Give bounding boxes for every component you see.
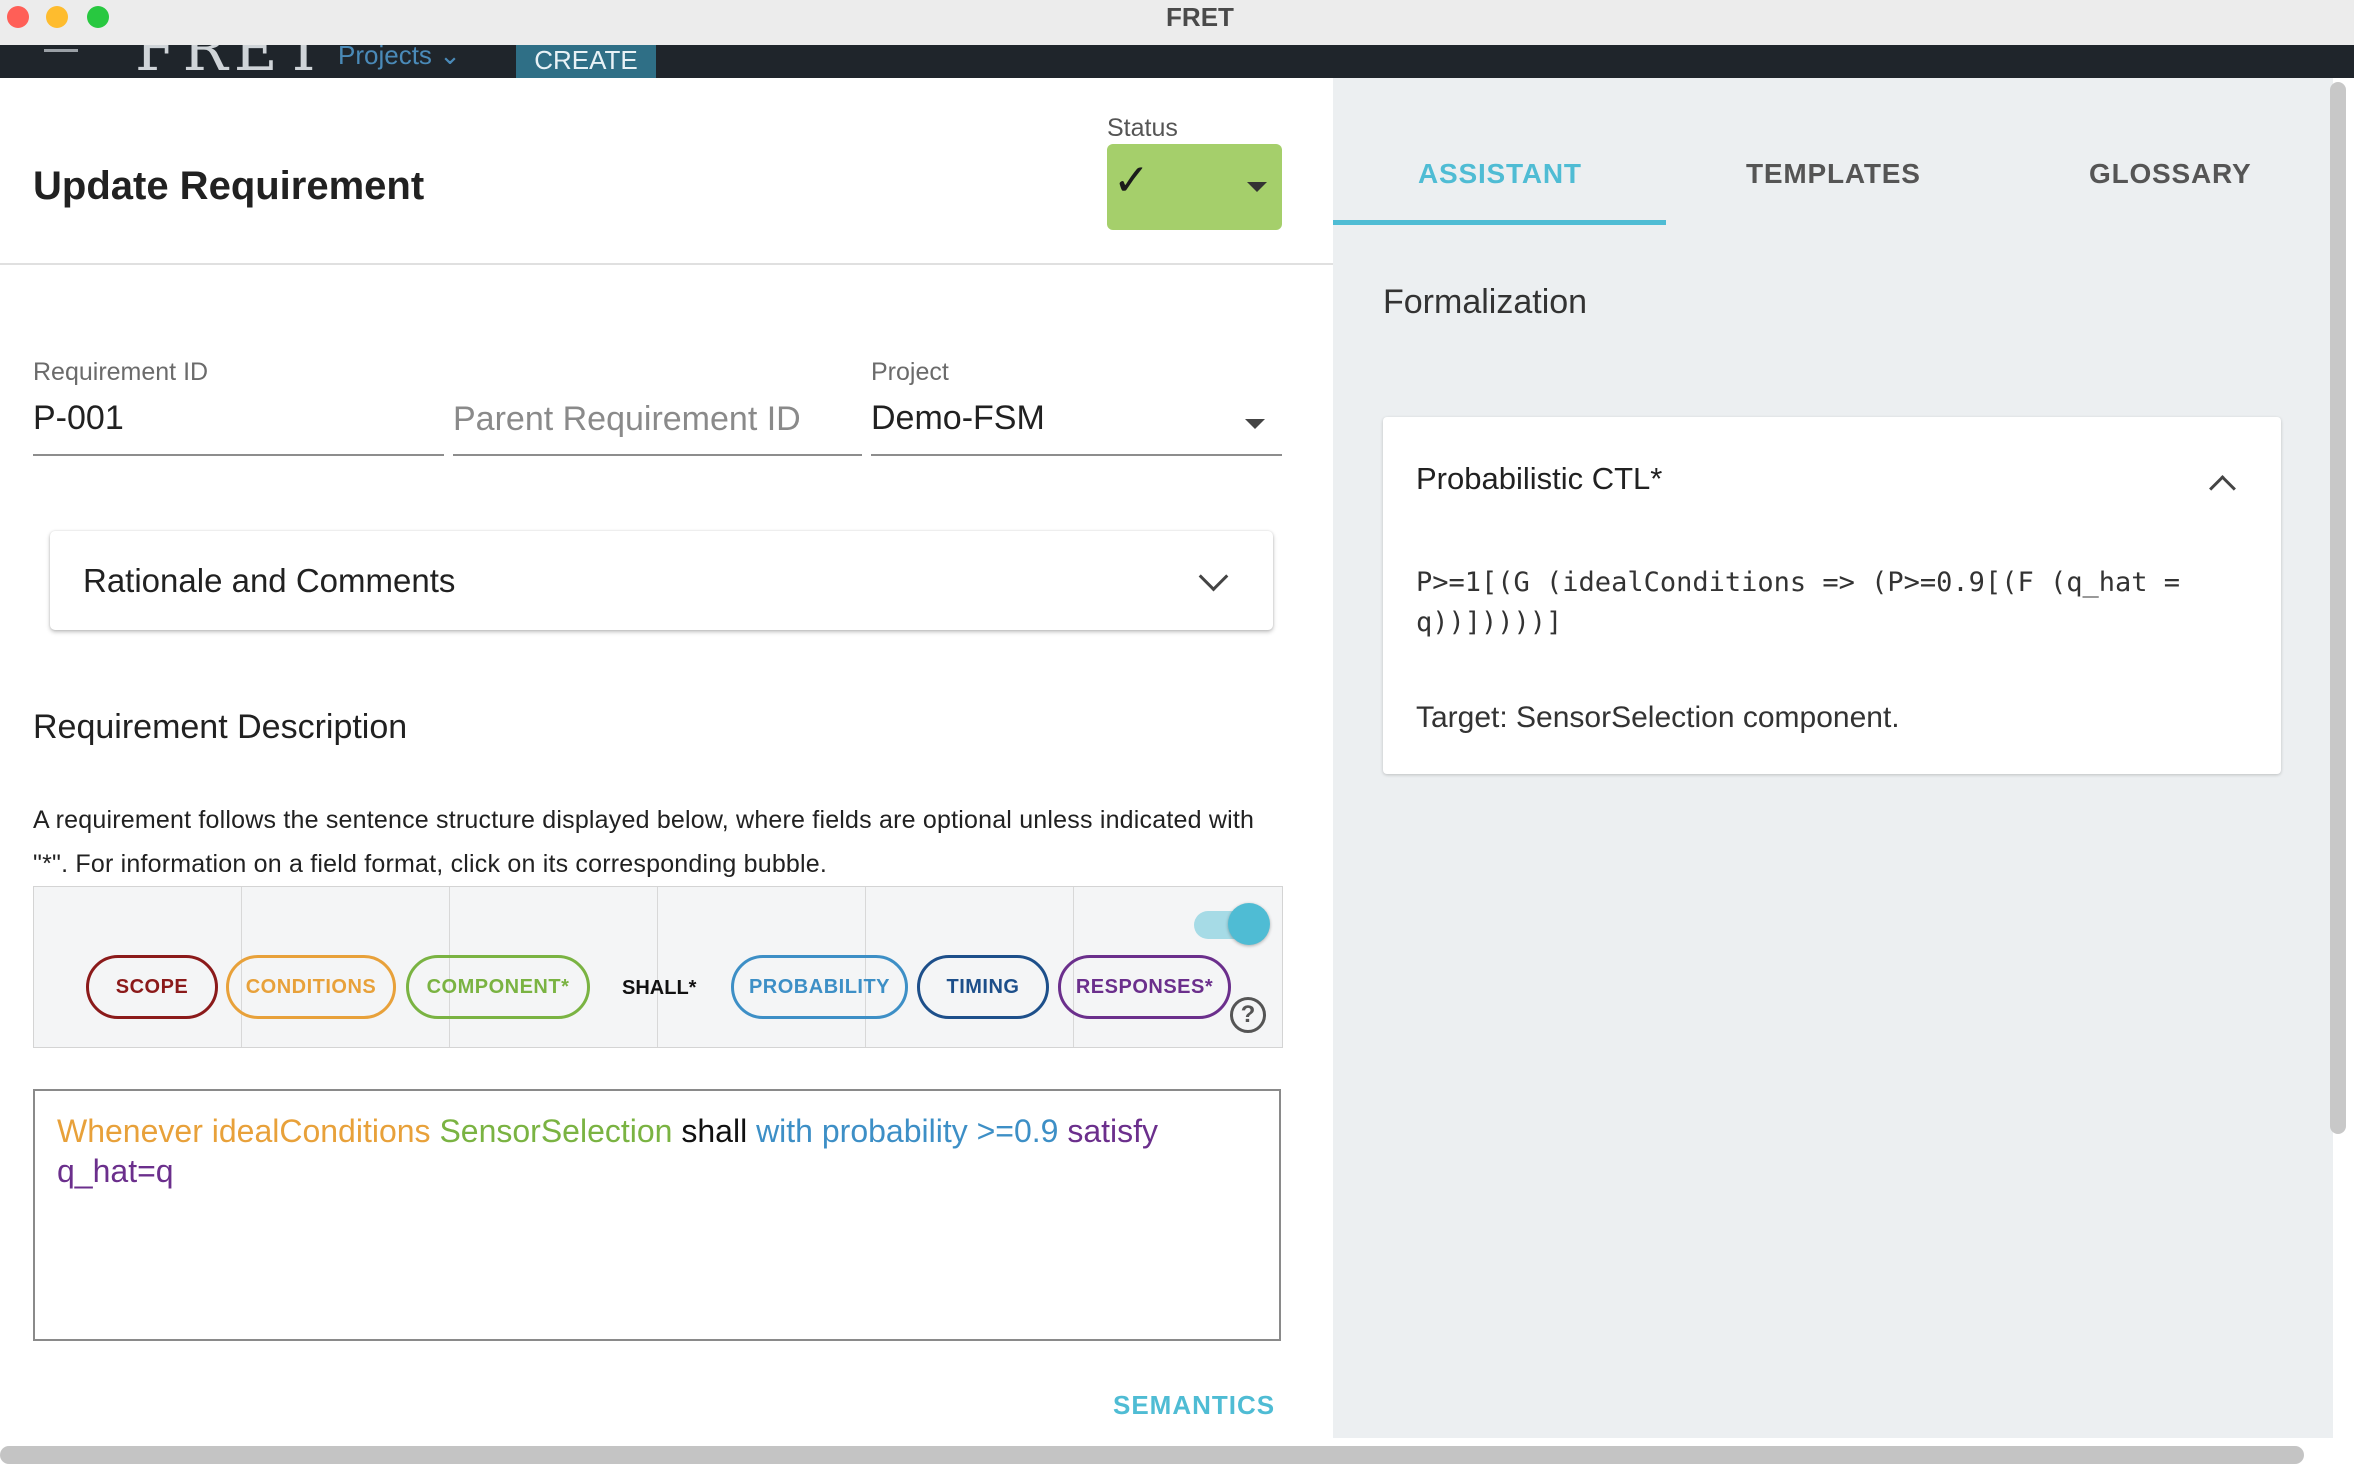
help-icon[interactable]: ? bbox=[1230, 997, 1266, 1033]
requirement-description-title: Requirement Description bbox=[33, 708, 408, 746]
check-icon: ✓ bbox=[1113, 156, 1150, 205]
scope-bubble[interactable]: SCOPE bbox=[86, 955, 218, 1019]
projects-menu-button[interactable]: Projects ⌄ bbox=[338, 45, 461, 71]
responses-bubble[interactable]: RESPONSES* bbox=[1058, 955, 1231, 1019]
assistant-panel: ASSISTANT TEMPLATES GLOSSARY Formalizati… bbox=[1333, 78, 2333, 1438]
semantics-button[interactable]: SEMANTICS bbox=[1113, 1390, 1275, 1421]
collapse-chevron-icon[interactable] bbox=[2209, 475, 2236, 502]
page-title: Update Requirement bbox=[33, 164, 425, 208]
tab-glossary[interactable]: GLOSSARY bbox=[2089, 158, 2252, 190]
parent-requirement-id-underline bbox=[453, 454, 862, 456]
requirement-form-panel: Update Requirement Status ✓ Requirement … bbox=[0, 78, 1333, 1438]
project-underline bbox=[871, 454, 1282, 456]
probability-segment: with probability >=0.9 bbox=[756, 1113, 1068, 1149]
requirement-text-editor[interactable]: Whenever idealConditions SensorSelection… bbox=[33, 1089, 1281, 1341]
requirement-id-input[interactable]: P-001 bbox=[33, 399, 124, 438]
timing-bubble[interactable]: TIMING bbox=[917, 955, 1049, 1019]
requirement-id-underline bbox=[33, 454, 444, 456]
create-button[interactable]: CREATE bbox=[516, 45, 656, 78]
rationale-title: Rationale and Comments bbox=[83, 562, 456, 599]
requirement-text[interactable]: Whenever idealConditions SensorSelection… bbox=[57, 1111, 1257, 1191]
status-label: Status bbox=[1107, 114, 1178, 142]
requirement-description-help: A requirement follows the sentence struc… bbox=[33, 806, 1255, 878]
header-divider bbox=[0, 263, 1333, 265]
component-bubble[interactable]: COMPONENT* bbox=[406, 955, 590, 1019]
formalization-target: Target: SensorSelection component. bbox=[1416, 701, 1900, 734]
formula-line-2: q))]))))] bbox=[1416, 607, 1563, 638]
grid-line bbox=[657, 887, 658, 1047]
toggle-knob[interactable] bbox=[1228, 903, 1270, 945]
formalization-card-title: Probabilistic CTL* bbox=[1416, 461, 1663, 496]
probability-bubble[interactable]: PROBABILITY bbox=[731, 955, 908, 1019]
ctl-formula: P>=1[(G (idealConditions => (P>=0.9[(F (… bbox=[1416, 563, 2236, 643]
fret-logo: FRET bbox=[135, 45, 330, 78]
tab-assistant[interactable]: ASSISTANT bbox=[1418, 158, 1582, 190]
project-label: Project bbox=[871, 358, 949, 386]
conditions-segment: Whenever idealConditions bbox=[57, 1113, 440, 1149]
window-titlebar: FRET bbox=[0, 0, 2354, 46]
formula-line-1: P>=1[(G (idealConditions => (P>=0.9[(F (… bbox=[1416, 567, 2181, 598]
shall-bubble[interactable]: SHALL* bbox=[622, 977, 696, 1000]
chevron-down-icon: ⌄ bbox=[439, 45, 461, 70]
project-dropdown-arrow-icon[interactable] bbox=[1245, 419, 1265, 429]
active-tab-indicator bbox=[1333, 220, 1666, 225]
menu-icon[interactable] bbox=[44, 49, 78, 52]
conditions-bubble[interactable]: CONDITIONS bbox=[226, 955, 396, 1019]
sentence-structure-bubbles: SCOPE CONDITIONS COMPONENT* SHALL* PROBA… bbox=[33, 886, 1283, 1048]
tab-templates[interactable]: TEMPLATES bbox=[1746, 158, 1921, 190]
window-title: FRET bbox=[1166, 2, 1234, 32]
horizontal-scrollbar[interactable] bbox=[0, 1446, 2304, 1464]
project-select[interactable]: Demo-FSM bbox=[871, 399, 1045, 438]
requirement-id-label: Requirement ID bbox=[33, 358, 209, 386]
shall-segment: shall bbox=[681, 1113, 757, 1149]
formalization-card: Probabilistic CTL* P>=1[(G (idealConditi… bbox=[1383, 417, 2281, 774]
status-dropdown-arrow-icon[interactable] bbox=[1247, 182, 1267, 192]
rationale-expansion-panel[interactable]: Rationale and Comments bbox=[50, 531, 1273, 630]
formalization-title: Formalization bbox=[1383, 283, 1588, 321]
app-bar: FRET Projects ⌄ CREATE bbox=[0, 45, 2354, 78]
projects-label: Projects bbox=[338, 45, 432, 70]
component-segment: SensorSelection bbox=[439, 1113, 682, 1149]
expand-chevron-icon[interactable] bbox=[1198, 561, 1229, 592]
parent-requirement-id-input[interactable]: Parent Requirement ID bbox=[453, 400, 801, 439]
vertical-scrollbar[interactable] bbox=[2330, 82, 2346, 1134]
